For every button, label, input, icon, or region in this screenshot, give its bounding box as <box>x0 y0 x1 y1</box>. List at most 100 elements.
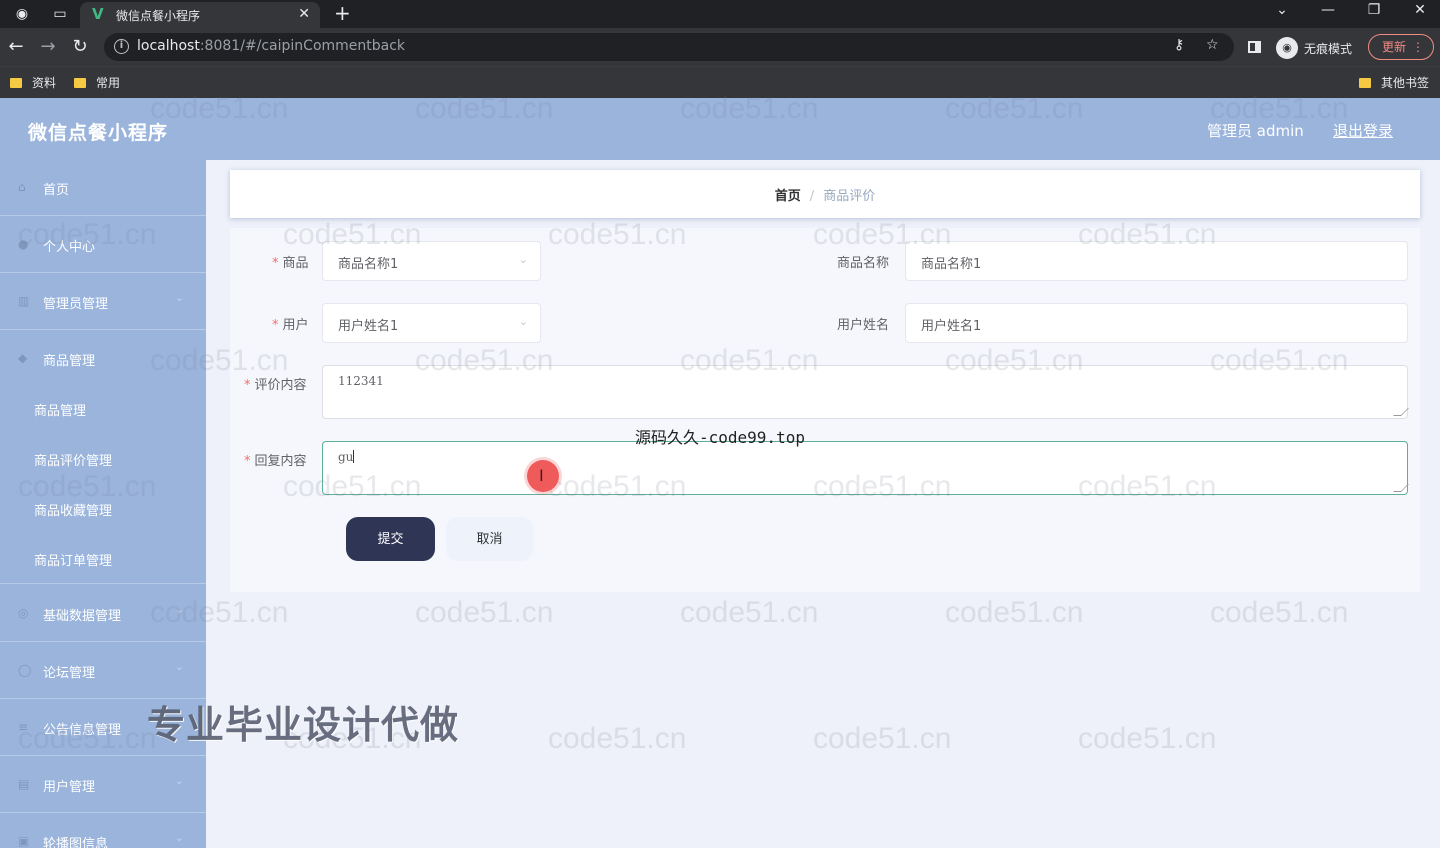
chevron-down-icon: ⌄ <box>174 603 184 616</box>
text-caret <box>353 450 355 463</box>
reply-content-value: gu <box>338 450 355 464</box>
overlay-ad-text: 专业毕业设计代做 <box>147 703 460 747</box>
app-header: 微信点餐小程序 管理员 admin 退出登录 <box>0 98 1440 160</box>
chart-icon: ▥ <box>18 294 30 308</box>
sidebar-item-label: 商品评价管理 <box>34 454 113 469</box>
minimize-icon[interactable]: — <box>1318 2 1338 18</box>
tab-search-icon[interactable]: ▭ <box>50 4 70 24</box>
tab-title: 微信点餐小程序 <box>116 9 201 23</box>
reply-content-label: * 回复内容 <box>244 454 307 469</box>
submit-button[interactable]: 提交 <box>346 517 435 561</box>
sidebar-item-label: 商品订单管理 <box>34 554 113 569</box>
text-cursor-icon: I <box>539 466 544 485</box>
tab-list-chevron-icon[interactable]: ⌄ <box>1272 2 1292 18</box>
user-name-label: 用户姓名 <box>837 318 890 333</box>
product-name-label: 商品名称 <box>837 256 890 271</box>
other-bookmarks[interactable]: 其他书签 <box>1359 74 1429 91</box>
browser-tab[interactable]: V 微信点餐小程序 ✕ <box>80 2 320 28</box>
image-icon: ▣ <box>18 834 30 848</box>
bookmark-star-icon[interactable]: ☆ <box>1206 37 1219 53</box>
logout-link[interactable]: 退出登录 <box>1333 120 1393 141</box>
reload-icon[interactable]: ↻ <box>70 37 90 57</box>
user-name-value: 用户姓名1 <box>921 319 982 334</box>
sidebar-item-profile[interactable]: ● 个人中心 <box>0 217 206 273</box>
sidebar-item-carousel[interactable]: ▣ 轮播图信息 ⌄ <box>0 814 206 848</box>
tab-close-icon[interactable]: ✕ <box>298 6 310 22</box>
url-input[interactable]: i localhost:8081/#/caipinCommentback ⚷ ☆ <box>104 33 1234 61</box>
chevron-down-icon: ⌄ <box>518 315 528 328</box>
user-select-value: 用户姓名1 <box>338 319 399 334</box>
sidebar-item-label: 商品收藏管理 <box>34 504 113 519</box>
user-name-field[interactable]: 用户姓名1 <box>905 303 1408 343</box>
sidebar-item-label: 管理员管理 <box>43 297 109 312</box>
review-content-textarea[interactable]: 112341 <box>322 365 1409 419</box>
review-reply-form: * 商品 商品名称1 ⌄ 商品名称 商品名称1 * 用户 用户姓名1 ⌄ 用户姓名 … <box>230 228 1420 592</box>
close-window-icon[interactable]: ✕ <box>1410 2 1430 18</box>
cancel-button[interactable]: 取消 <box>446 517 533 561</box>
restore-icon[interactable]: ❐ <box>1364 2 1384 18</box>
resize-handle-icon[interactable] <box>1393 484 1409 492</box>
chevron-down-icon: ⌄ <box>174 774 184 787</box>
folder-icon <box>1359 78 1371 88</box>
sidebar-subitem-products[interactable]: 商品管理 <box>0 384 206 434</box>
bookmark-folder-changyong[interactable]: 常用 <box>74 74 120 91</box>
sidebar-item-home[interactable]: ⌂ 首页 <box>0 160 206 216</box>
user-label: * 用户 <box>272 318 309 333</box>
tag-icon: ◆ <box>18 351 28 365</box>
chevron-down-icon: ⌄ <box>174 291 184 304</box>
mouse-cursor-indicator: I <box>527 460 559 492</box>
forum-icon: ◯ <box>18 663 32 677</box>
list-icon: ≡ <box>18 720 29 734</box>
key-icon[interactable]: ⚷ <box>1174 37 1184 53</box>
product-label: * 商品 <box>272 256 309 271</box>
sidebar-item-base-data[interactable]: ◎ 基础数据管理 ⌄ <box>0 586 206 642</box>
folder-icon <box>74 78 86 88</box>
address-bar: ← → ↻ i localhost:8081/#/caipinCommentba… <box>0 28 1440 66</box>
update-button[interactable]: 更新 ⋮ <box>1368 34 1434 60</box>
sidebar-item-label: 论坛管理 <box>43 666 96 681</box>
sidebar-item-users[interactable]: ▤ 用户管理 ⌄ <box>0 757 206 813</box>
new-tab-icon[interactable]: + <box>334 3 351 23</box>
sidebar-item-label: 轮播图信息 <box>43 837 109 848</box>
sidebar-item-product-management[interactable]: ◆ 商品管理 <box>0 331 206 387</box>
browser-menu-icon[interactable]: ◉ <box>12 4 32 24</box>
browser-tab-bar: ◉ ▭ V 微信点餐小程序 ✕ + ⌄ — ❐ ✕ <box>0 0 1440 28</box>
side-panel-icon[interactable] <box>1248 41 1261 53</box>
incognito-icon[interactable]: ◉ <box>1276 37 1298 59</box>
back-icon[interactable]: ← <box>6 37 26 57</box>
breadcrumb: 首页 / 商品评价 <box>230 185 1420 204</box>
chevron-down-icon: ⌄ <box>174 660 184 673</box>
sidebar-item-label: 用户管理 <box>43 780 96 795</box>
sidebar-item-label: 基础数据管理 <box>43 609 122 624</box>
overlay-source-text: 源码久久-code99.top <box>635 428 805 447</box>
user-select[interactable]: 用户姓名1 ⌄ <box>322 303 541 343</box>
site-info-icon[interactable]: i <box>114 39 129 54</box>
sidebar-item-label: 商品管理 <box>34 404 87 419</box>
sidebar-subitem-orders[interactable]: 商品订单管理 <box>0 534 206 584</box>
review-content-label: * 评价内容 <box>244 378 307 393</box>
app-logo: 微信点餐小程序 <box>28 122 169 144</box>
sidebar-item-label: 商品管理 <box>43 354 96 369</box>
sidebar-item-label: 首页 <box>43 183 70 198</box>
sidebar-subitem-reviews[interactable]: 商品评价管理 <box>0 434 206 484</box>
sidebar-item-forum[interactable]: ◯ 论坛管理 ⌄ <box>0 643 206 699</box>
sidebar-subitem-favorites[interactable]: 商品收藏管理 <box>0 484 206 534</box>
resize-handle-icon[interactable] <box>1393 408 1409 416</box>
breadcrumb-card: 首页 / 商品评价 <box>230 170 1420 218</box>
reply-content-textarea[interactable]: gu <box>322 441 1409 495</box>
sidebar-item-admin-management[interactable]: ▥ 管理员管理 ⌄ <box>0 274 206 330</box>
home-icon: ⌂ <box>18 180 26 194</box>
product-name-field[interactable]: 商品名称1 <box>905 241 1408 281</box>
product-select-value: 商品名称1 <box>338 257 399 272</box>
incognito-label: 无痕模式 <box>1304 42 1353 56</box>
breadcrumb-home[interactable]: 首页 <box>775 189 801 204</box>
review-content-value: 112341 <box>338 374 384 388</box>
bookmark-folder-ziliao[interactable]: 资料 <box>10 74 56 91</box>
users-icon: ▤ <box>18 777 30 791</box>
breadcrumb-current: 商品评价 <box>823 189 876 204</box>
sidebar-item-label: 个人中心 <box>43 240 96 255</box>
forward-icon[interactable]: → <box>38 37 58 57</box>
admin-label: 管理员 admin <box>1207 122 1304 140</box>
product-name-value: 商品名称1 <box>921 257 982 272</box>
product-select[interactable]: 商品名称1 ⌄ <box>322 241 541 281</box>
